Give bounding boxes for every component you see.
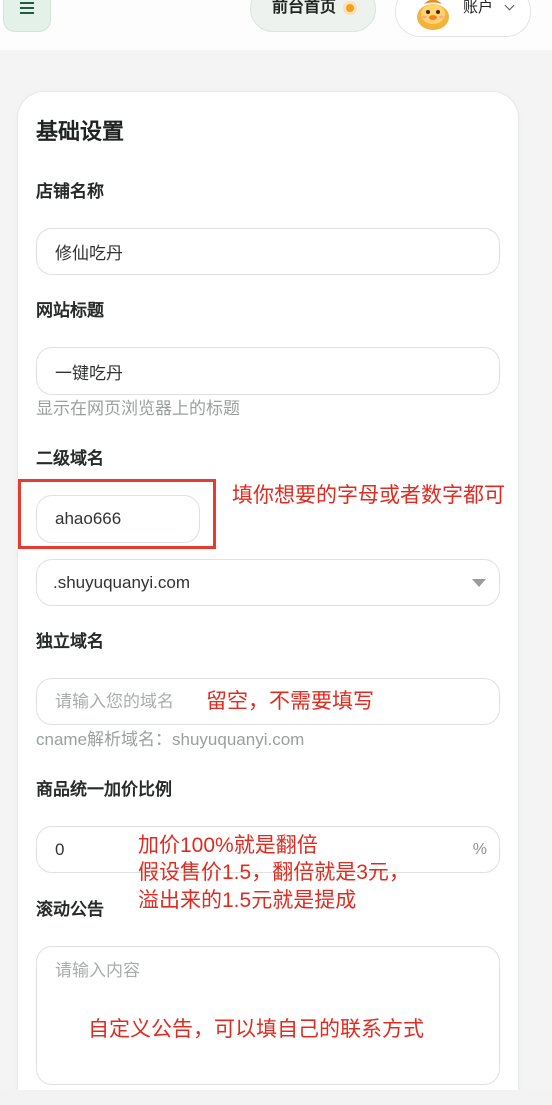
card-title: 基础设置: [36, 119, 125, 144]
subdomain-label: 二级域名: [36, 449, 104, 468]
markup-ratio-input[interactable]: [36, 826, 500, 873]
bottom-bar: [0, 1090, 552, 1105]
menu-button[interactable]: [3, 0, 51, 32]
menu-icon: [20, 2, 34, 14]
annotation-subdomain: 填你想要的字母或者数字都可: [232, 484, 505, 507]
shop-name-input[interactable]: [36, 228, 500, 275]
subdomain-input[interactable]: [36, 495, 200, 543]
top-bar: 前台首页 账户: [0, 0, 552, 50]
account-label: 账户: [463, 0, 494, 16]
site-title-hint: 显示在网页浏览器上的标题: [36, 399, 240, 418]
caret-down-icon: [472, 579, 486, 587]
avatar: [417, 0, 449, 30]
custom-domain-input[interactable]: [36, 678, 500, 725]
percent-unit: %: [472, 841, 487, 858]
storefront-home-button[interactable]: 前台首页: [250, 0, 376, 32]
site-title-label: 网站标题: [36, 301, 104, 320]
custom-domain-label: 独立域名: [36, 632, 104, 651]
cname-hint: cname解析域名：shuyuquanyi.com: [36, 730, 305, 749]
annotation-markup-line-3: 溢出来的1.5元就是提成: [138, 889, 357, 912]
shop-name-label: 店铺名称: [36, 182, 104, 201]
chevron-down-icon: [504, 0, 515, 11]
storefront-home-label: 前台首页: [272, 0, 337, 16]
domain-suffix-value: .shuyuquanyi.com: [53, 573, 191, 592]
markup-ratio-field: %: [36, 826, 500, 873]
site-title-input[interactable]: [36, 347, 500, 395]
notice-textarea[interactable]: [36, 946, 500, 1085]
notice-label: 滚动公告: [36, 900, 104, 919]
domain-suffix-select[interactable]: .shuyuquanyi.com: [36, 559, 500, 606]
status-dot-icon: [343, 1, 357, 15]
account-menu-button[interactable]: 账户: [395, 0, 531, 37]
basic-settings-card: 基础设置 店铺名称 网站标题 显示在网页浏览器上的标题 二级域名 .shuyuq…: [18, 92, 518, 1105]
markup-ratio-label: 商品统一加价比例: [36, 780, 172, 799]
